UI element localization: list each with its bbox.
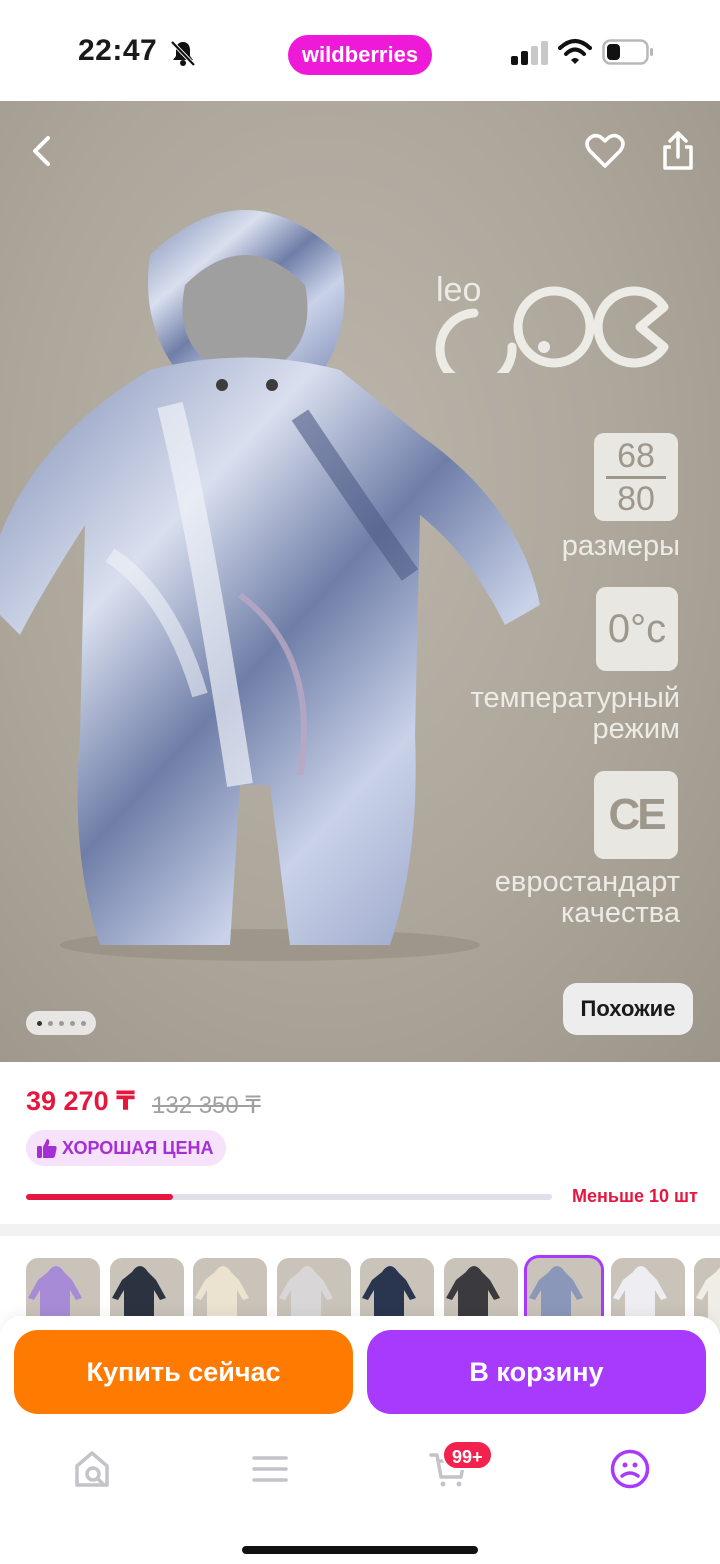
share-icon [663, 131, 693, 170]
status-time: 22:47 [78, 34, 158, 67]
add-to-cart-button[interactable]: В корзину [367, 1330, 706, 1414]
menu-icon [252, 1456, 288, 1482]
back-button[interactable] [14, 123, 70, 179]
similar-button[interactable]: Похожие [563, 983, 693, 1035]
quality-label: евростандарт качества [495, 867, 680, 929]
thumbs-up-icon [37, 1139, 57, 1158]
old-price: 132 350 ₸ [152, 1092, 261, 1119]
temperature-label-line1: температурный [470, 682, 680, 714]
home-indicator [242, 1546, 478, 1554]
ce-badge: CE [594, 771, 678, 859]
size-max: 80 [617, 479, 655, 518]
current-price: 39 270 ₸ [26, 1086, 135, 1116]
tab-catalog[interactable] [240, 1444, 300, 1494]
temperature-badge: 0°c [596, 587, 678, 671]
page-dot [69, 1020, 75, 1026]
battery-icon [602, 39, 653, 65]
gallery-page-indicator[interactable] [26, 1011, 96, 1035]
ce-mark: CE [608, 790, 666, 839]
stock-progress-fill [26, 1194, 174, 1200]
sizes-label-text: размеры [561, 530, 680, 562]
home-search-icon [75, 1451, 109, 1487]
page-dot [36, 1020, 42, 1026]
good-price-label: ХОРОШАЯ ЦЕНА [62, 1137, 214, 1158]
share-button[interactable] [650, 123, 706, 179]
size-divider [606, 475, 666, 479]
cart-count-badge: 99+ [442, 1440, 493, 1470]
buy-now-button[interactable]: Купить сейчас [14, 1330, 353, 1414]
stock-progress [26, 1194, 552, 1200]
page-dot [47, 1020, 53, 1026]
tab-bar: 99+ [0, 1424, 720, 1564]
app-badge[interactable]: wildberries [288, 35, 432, 75]
brand-logo-mark [435, 286, 669, 373]
tab-home[interactable] [62, 1444, 122, 1494]
favorite-button[interactable] [577, 123, 633, 179]
temperature-label: температурный режим [471, 683, 680, 745]
wifi-icon [558, 39, 592, 64]
price-section: 39 270 ₸ 132 350 ₸ ХОРОШАЯ ЦЕНА Меньше 1… [0, 1062, 720, 1224]
stock-text: Меньше 10 шт [572, 1186, 698, 1206]
sizes-badge: 68 80 [594, 433, 678, 521]
bell-slash-icon [170, 40, 196, 67]
cellular-signal-icon [511, 41, 548, 65]
good-price-badge[interactable]: ХОРОШАЯ ЦЕНА [26, 1130, 226, 1166]
sizes-label: размеры [562, 531, 680, 562]
tab-profile[interactable] [600, 1444, 660, 1494]
section-divider [0, 1224, 720, 1236]
page-dot [58, 1020, 64, 1026]
action-bar: Купить сейчас В корзину [0, 1316, 720, 1424]
status-bar: 22:47 wildberries [0, 0, 720, 101]
heart-icon [585, 133, 625, 168]
chevron-left-icon [33, 136, 50, 166]
profile-icon [610, 1449, 650, 1489]
temperature-label-line2: режим [592, 713, 680, 745]
page-dot [80, 1020, 86, 1026]
temperature-value: 0°c [607, 606, 667, 651]
quality-label-line2: качества [560, 897, 680, 929]
product-gallery[interactable]: leo 68 80 размеры 0°c температурный режи… [0, 101, 720, 1062]
size-min: 68 [617, 436, 655, 475]
quality-label-line1: евростандарт [494, 866, 680, 898]
